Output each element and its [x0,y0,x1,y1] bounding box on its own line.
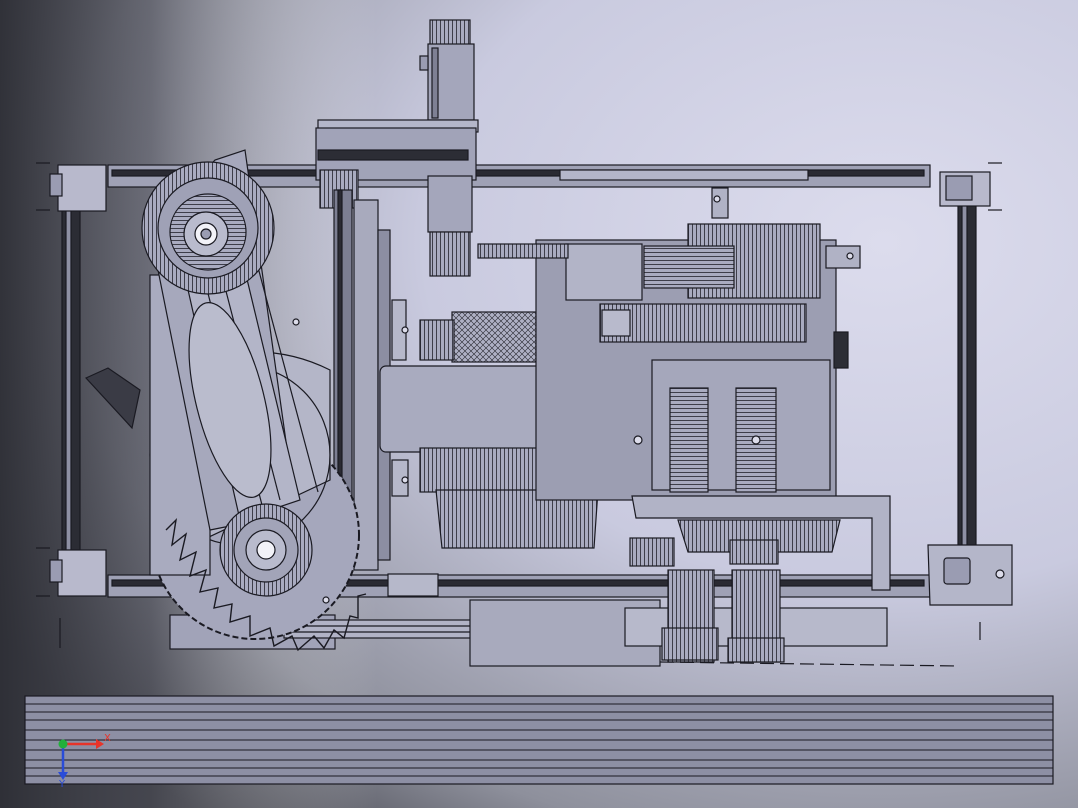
triad-y-label: Y [59,779,66,790]
triad-x-label: X [104,733,111,744]
model-view-canvas[interactable] [0,0,1078,808]
lower-pulley[interactable] [219,503,313,597]
triad-z-axis [58,739,68,749]
cad-graphics-viewport[interactable]: X Y [0,0,1078,808]
base-plate[interactable] [24,695,1054,785]
upper-pulley[interactable] [141,161,275,295]
